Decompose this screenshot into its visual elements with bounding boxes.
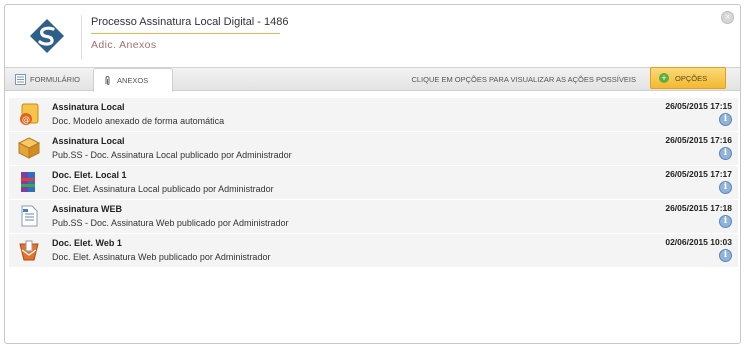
attachment-title: Assinatura Local [52,136,125,146]
tab-anexos-label: ANEXOS [117,76,149,85]
attachment-title: Assinatura WEB [52,204,123,214]
text-file-icon [21,205,38,227]
options-button[interactable]: + OPÇÕES [650,67,726,89]
signature-doc-icon: @ [20,103,39,125]
tab-anexos[interactable]: ANEXOS [93,68,173,92]
close-icon[interactable]: × [721,11,734,24]
paperclip-icon [105,76,110,85]
process-title: Processo Assinatura Local Digital - 1486 [91,16,289,28]
app-logo-icon [30,19,64,53]
info-icon[interactable]: i [719,113,732,126]
winrar-icon [21,172,35,192]
attachment-description: Doc. Elet. Assinatura Web publicado por … [52,252,271,262]
attachment-title: Doc. Elet. Local 1 [52,170,127,180]
options-hint: CLIQUE EM OPÇÕES PARA VISUALIZAR AS AÇÕE… [411,75,636,84]
attachment-date: 26/05/2015 17:15 [665,101,732,111]
tab-bar: FORMULÁRIO ANEXOS CLIQUE EM OPÇÕES PARA … [5,67,740,92]
attachments-list: @ Assinatura Local Doc. Modelo anexado d… [9,98,738,268]
tab-formulario[interactable]: FORMULÁRIO [11,68,87,91]
attachment-description: Doc. Modelo anexado de forma automática [52,116,225,126]
list-item[interactable]: Assinatura Local Pub.SS - Doc. Assinatur… [9,132,738,165]
package-icon [17,137,41,159]
attachment-date: 02/06/2015 10:03 [665,237,732,247]
attachment-description: Doc. Elet. Assinatura Local publicado po… [52,184,274,194]
signed-doc-icon [19,240,39,261]
page-subtitle: Adic. Anexos [91,39,157,51]
attachment-date: 26/05/2015 17:18 [665,203,732,213]
list-item[interactable]: @ Assinatura Local Doc. Modelo anexado d… [9,98,738,131]
list-item[interactable]: Doc. Elet. Web 1 Doc. Elet. Assinatura W… [9,234,738,267]
info-icon[interactable]: i [719,215,732,228]
attachments-window: Processo Assinatura Local Digital - 1486… [4,4,741,344]
info-icon[interactable]: i [719,181,732,194]
attachment-title: Assinatura Local [52,102,125,112]
list-item[interactable]: Doc. Elet. Local 1 Doc. Elet. Assinatura… [9,166,738,199]
svg-text:@: @ [22,115,30,124]
title-underline [91,33,280,34]
attachment-date: 26/05/2015 17:16 [665,135,732,145]
attachment-description: Pub.SS - Doc. Assinatura Web publicado p… [52,218,289,228]
tab-formulario-label: FORMULÁRIO [30,75,81,84]
list-item[interactable]: Assinatura WEB Pub.SS - Doc. Assinatura … [9,200,738,233]
form-icon [15,74,26,85]
options-button-label: OPÇÕES [675,73,708,83]
attachment-title: Doc. Elet. Web 1 [52,238,122,248]
header: Processo Assinatura Local Digital - 1486… [5,5,740,65]
info-icon[interactable]: i [719,249,732,262]
attachment-description: Pub.SS - Doc. Assinatura Local publicado… [52,150,292,160]
info-icon[interactable]: i [719,147,732,160]
header-divider [81,15,82,59]
plus-icon: + [659,73,669,83]
attachment-date: 26/05/2015 17:17 [665,169,732,179]
